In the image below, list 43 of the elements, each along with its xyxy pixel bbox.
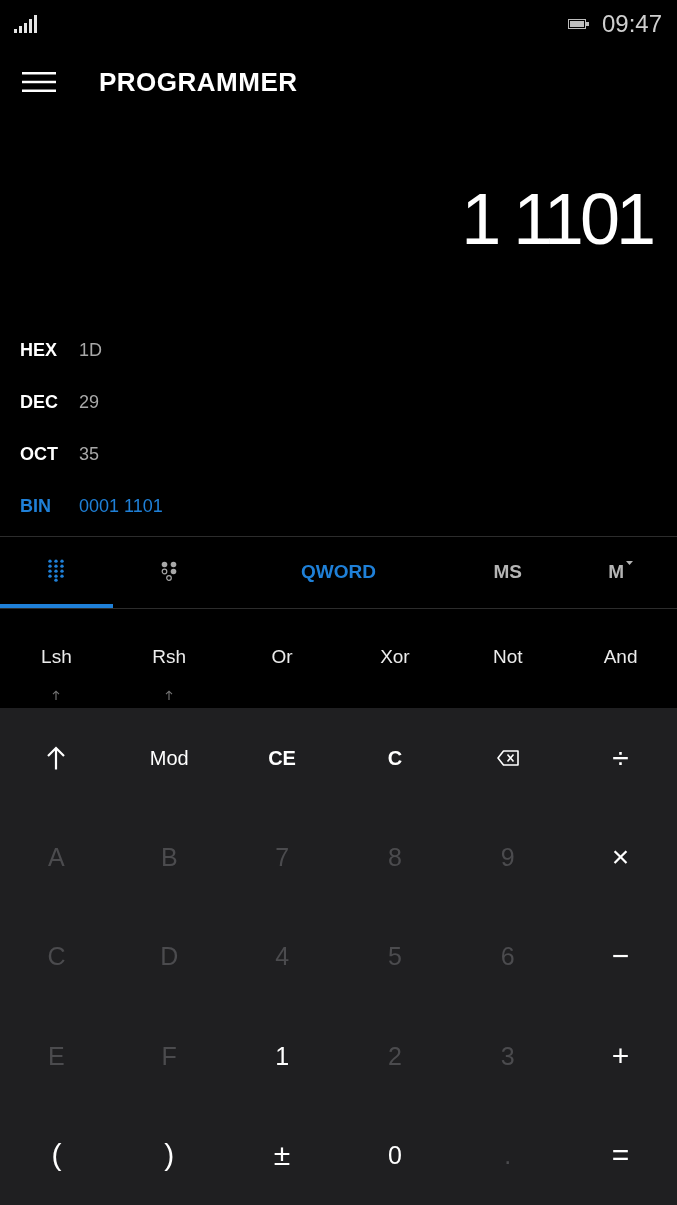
clear-key[interactable]: CE bbox=[225, 708, 339, 808]
radix-value[interactable]: 0001 1101 bbox=[79, 495, 163, 517]
function-key[interactable]: Mod bbox=[112, 708, 226, 808]
status-time: 09:47 bbox=[601, 10, 662, 38]
signal-icon bbox=[14, 15, 37, 33]
radix-value[interactable]: 29 bbox=[79, 391, 100, 413]
digit-key[interactable]: 0 bbox=[338, 1105, 452, 1205]
dialpad-icon bbox=[48, 559, 65, 582]
battery-icon bbox=[567, 19, 589, 29]
radix-label[interactable]: BIN bbox=[20, 495, 79, 517]
arrow-up-icon bbox=[46, 745, 67, 770]
radix-value[interactable]: 35 bbox=[79, 443, 100, 465]
operator-key[interactable]: ± bbox=[225, 1105, 339, 1205]
operator-key[interactable]: ) bbox=[112, 1105, 226, 1205]
operator-key[interactable]: − bbox=[564, 906, 677, 1007]
mode-title: PROGRAMMER bbox=[99, 66, 298, 97]
bitwise-key[interactable]: Xor bbox=[338, 609, 452, 708]
operator-key[interactable]: ÷ bbox=[564, 708, 677, 808]
word-size-button[interactable]: QWORD bbox=[225, 537, 452, 608]
arrow-up-icon bbox=[165, 690, 174, 700]
clear-key[interactable]: C bbox=[338, 708, 452, 808]
memory-store-button[interactable]: MS bbox=[451, 537, 565, 608]
radix-value[interactable]: 1D bbox=[79, 339, 102, 361]
radix-label[interactable]: OCT bbox=[20, 443, 79, 465]
radix-label[interactable]: HEX bbox=[20, 339, 79, 361]
bitwise-key[interactable]: And bbox=[564, 609, 677, 708]
arrow-up-icon bbox=[52, 690, 61, 700]
memory-menu-button[interactable]: M bbox=[564, 537, 677, 608]
backspace-icon bbox=[496, 749, 519, 766]
operator-key[interactable]: ( bbox=[0, 1105, 113, 1205]
result-display: 1 1101 bbox=[461, 179, 654, 259]
bitwise-key[interactable]: Or bbox=[225, 609, 339, 708]
operator-key[interactable]: + bbox=[564, 1006, 677, 1106]
operator-key[interactable]: × bbox=[564, 807, 677, 907]
caret-icon bbox=[626, 561, 633, 566]
bitwise-key[interactable]: Lsh bbox=[0, 609, 113, 708]
operator-key[interactable]: = bbox=[564, 1105, 677, 1205]
bitwise-key[interactable]: Rsh bbox=[112, 609, 226, 708]
digit-key[interactable]: 1 bbox=[225, 1006, 339, 1106]
bitwise-key[interactable]: Not bbox=[451, 609, 565, 708]
dots-icon bbox=[161, 560, 178, 581]
menu-icon[interactable] bbox=[22, 71, 56, 92]
radix-label[interactable]: DEC bbox=[20, 391, 79, 413]
